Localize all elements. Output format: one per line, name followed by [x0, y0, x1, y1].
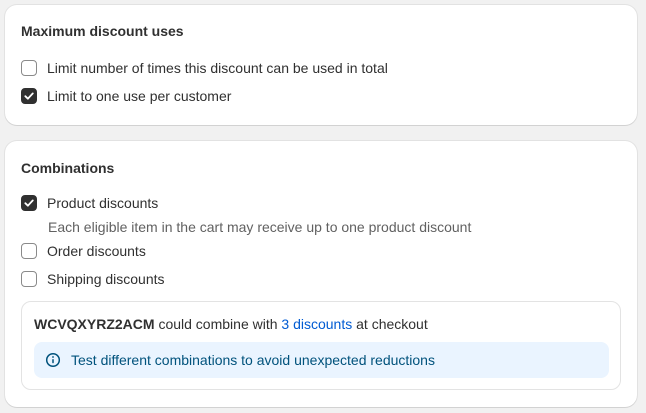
- shipping-discounts-label[interactable]: Shipping discounts: [47, 271, 165, 287]
- info-icon: [45, 352, 61, 368]
- shipping-discounts-checkbox[interactable]: [21, 271, 37, 287]
- checkmark-icon: [24, 92, 34, 100]
- order-discounts-option[interactable]: Order discounts: [21, 241, 146, 261]
- one-use-per-customer-option[interactable]: Limit to one use per customer: [21, 86, 231, 106]
- limit-total-uses-label[interactable]: Limit number of times this discount can …: [47, 60, 388, 76]
- limit-total-uses-checkbox[interactable]: [21, 60, 37, 76]
- product-discounts-option[interactable]: Product discounts: [21, 193, 158, 213]
- combination-summary-box: WCVQXYRZ2ACM could combine with 3 discou…: [21, 301, 621, 390]
- product-discounts-label[interactable]: Product discounts: [47, 195, 158, 211]
- limit-total-uses-option[interactable]: Limit number of times this discount can …: [21, 58, 388, 78]
- one-use-per-customer-checkbox[interactable]: [21, 88, 37, 104]
- order-discounts-label[interactable]: Order discounts: [47, 243, 146, 259]
- one-use-per-customer-label[interactable]: Limit to one use per customer: [47, 88, 231, 104]
- product-discounts-checkbox[interactable]: [21, 195, 37, 211]
- info-banner: Test different combinations to avoid une…: [34, 342, 609, 378]
- discounts-count-link[interactable]: 3 discounts: [281, 316, 352, 332]
- maximum-discount-uses-title: Maximum discount uses: [21, 23, 184, 39]
- shipping-discounts-option[interactable]: Shipping discounts: [21, 269, 165, 289]
- checkmark-icon: [24, 199, 34, 207]
- combinations-title: Combinations: [21, 160, 115, 176]
- combination-summary-text: WCVQXYRZ2ACM could combine with 3 discou…: [34, 316, 428, 332]
- order-discounts-checkbox[interactable]: [21, 243, 37, 259]
- discount-code: WCVQXYRZ2ACM: [34, 316, 155, 332]
- info-banner-text: Test different combinations to avoid une…: [71, 352, 435, 368]
- maximum-discount-uses-card: Maximum discount uses Limit number of ti…: [5, 5, 637, 125]
- product-discounts-helper-text: Each eligible item in the cart may recei…: [48, 219, 472, 235]
- summary-text-after-link: at checkout: [352, 316, 428, 332]
- summary-text-before-link: could combine with: [154, 316, 282, 332]
- combinations-card: Combinations Product discounts Each elig…: [5, 141, 637, 407]
